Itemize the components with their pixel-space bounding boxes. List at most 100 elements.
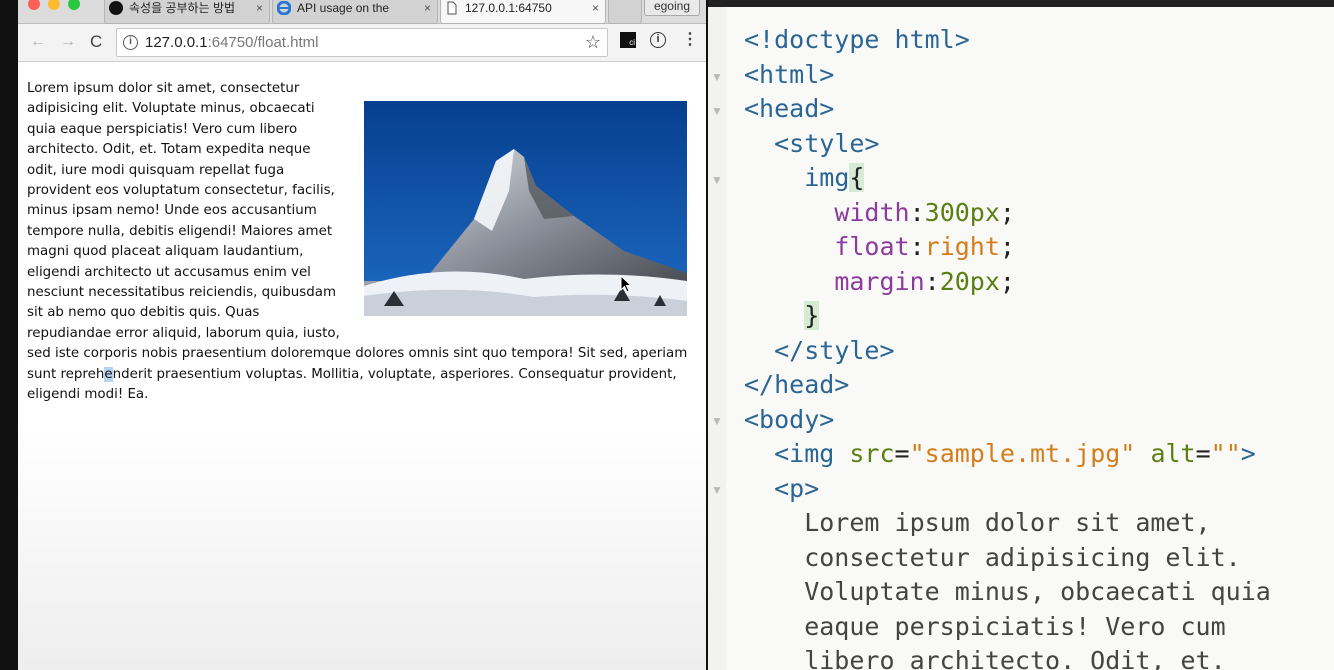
- code-line[interactable]: <body>: [744, 403, 1271, 438]
- code-line[interactable]: </style>: [744, 334, 1271, 369]
- fold-arrow-icon[interactable]: ▼: [711, 104, 723, 118]
- code-editor[interactable]: ▼ ▼ ▼ ▼ ▼ <!doctype html> <html> <head> <s…: [708, 0, 1334, 670]
- code-line[interactable]: <style>: [744, 127, 1271, 162]
- fold-arrow-icon[interactable]: ▼: [711, 483, 723, 497]
- code-line[interactable]: <!doctype html>: [744, 23, 1271, 58]
- code-line[interactable]: </head>: [744, 368, 1271, 403]
- reload-button[interactable]: C: [90, 32, 102, 52]
- close-tab-button[interactable]: ×: [424, 0, 431, 16]
- forward-button[interactable]: →: [60, 32, 76, 52]
- code-token: <body>: [744, 404, 835, 434]
- browser-window: 속성을 공부하는 방법 × API usage on the × 127.0.0…: [18, 0, 706, 670]
- editor-gutter: ▼ ▼ ▼ ▼ ▼: [708, 7, 726, 670]
- code-token: Lorem ipsum dolor sit amet,: [744, 508, 1211, 537]
- code-token: float: [834, 232, 910, 261]
- code-token: margin: [834, 266, 925, 296]
- browser-toolbar: ← → C i 127.0.0.1:64750/float.html ☆ ci …: [18, 24, 706, 62]
- code-line[interactable]: }: [744, 299, 1271, 334]
- fold-arrow-icon[interactable]: ▼: [711, 70, 723, 84]
- menu-icon[interactable]: ⋮: [682, 32, 698, 48]
- mountain-photo-svg: [364, 101, 687, 316]
- code-line[interactable]: margin:20px;: [744, 265, 1271, 300]
- code-token: <head>: [744, 94, 835, 123]
- code-line[interactable]: consectetur adipisicing elit.: [744, 541, 1271, 576]
- code-token: ;: [999, 197, 1015, 227]
- page-viewport: Lorem ipsum dolor sit amet, consectetur …: [18, 63, 706, 670]
- code-token: </head>: [744, 370, 850, 399]
- code-token: ;: [999, 266, 1015, 296]
- code-line[interactable]: eaque perspiciatis! Vero cum: [744, 610, 1271, 645]
- fold-arrow-icon[interactable]: ▼: [711, 173, 723, 187]
- code-token: :: [909, 197, 925, 227]
- paragraph-text-end: nderit praesentium voluptas. Mollitia, v…: [27, 366, 677, 403]
- alert-extension-icon[interactable]: i: [650, 32, 666, 48]
- page-paragraph: Lorem ipsum dolor sit amet, consectetur …: [27, 79, 693, 406]
- close-window-button[interactable]: [28, 0, 40, 10]
- minimize-window-button[interactable]: [48, 0, 60, 10]
- code-token: src: [849, 439, 895, 468]
- url-path: :64750/float.html: [207, 34, 319, 51]
- code-line[interactable]: Voluptate minus, obcaecati quia: [744, 575, 1271, 610]
- code-token: "": [1210, 439, 1241, 468]
- code-token: alt: [1150, 439, 1196, 468]
- tab-title: API usage on the: [297, 1, 390, 15]
- new-tab-button[interactable]: [608, 0, 642, 24]
- info-icon[interactable]: i: [123, 35, 138, 50]
- profile-button[interactable]: egoing: [643, 0, 700, 16]
- code-token: <img: [774, 439, 850, 468]
- code-token: eaque perspiciatis! Vero cum: [744, 611, 1226, 641]
- close-tab-button[interactable]: ×: [592, 0, 599, 16]
- code-token: right: [924, 232, 1000, 261]
- tab-api-usage[interactable]: API usage on the ×: [272, 0, 438, 24]
- code-token: =: [894, 439, 910, 468]
- github-icon: [109, 1, 123, 15]
- code-line[interactable]: img{: [744, 161, 1271, 196]
- code-line[interactable]: width:300px;: [744, 196, 1271, 231]
- tab-strip: 속성을 공부하는 방법 × API usage on the × 127.0.0…: [18, 0, 706, 24]
- page-icon: [445, 1, 459, 15]
- editor-title-bar: [708, 0, 1334, 7]
- extension-icon[interactable]: ci: [620, 32, 636, 48]
- code-line[interactable]: <html>: [744, 58, 1271, 93]
- code-token: 20px: [939, 266, 1000, 296]
- zoom-window-button[interactable]: [68, 0, 80, 10]
- bookmark-star-icon[interactable]: ☆: [585, 32, 601, 53]
- close-tab-button[interactable]: ×: [256, 0, 263, 16]
- mountain-image: [364, 101, 687, 316]
- tab-float-html[interactable]: 127.0.0.1:64750 ×: [440, 0, 606, 24]
- code-token: >: [1240, 439, 1256, 468]
- code-token: 300px: [924, 197, 1000, 227]
- code-line[interactable]: <p>: [744, 472, 1271, 507]
- code-token: Voluptate minus, obcaecati quia: [744, 577, 1271, 606]
- code-token: "sample.mt.jpg": [909, 439, 1136, 468]
- code-line[interactable]: libero architecto. Odit, et.: [744, 644, 1271, 670]
- code-content[interactable]: <!doctype html> <html> <head> <style> img{…: [744, 23, 1271, 670]
- tab-title: 127.0.0.1:64750: [465, 1, 552, 15]
- code-token: :: [924, 266, 940, 296]
- tab-github[interactable]: 속성을 공부하는 방법 ×: [104, 0, 270, 24]
- code-token: consectetur adipisicing elit.: [744, 542, 1241, 572]
- code-line[interactable]: float:right;: [744, 230, 1271, 265]
- code-token: ;: [999, 232, 1015, 261]
- code-token: img: [804, 163, 850, 192]
- code-token: {: [849, 163, 865, 192]
- fold-arrow-icon[interactable]: ▼: [711, 414, 723, 428]
- code-token: libero architecto. Odit, et.: [744, 646, 1226, 670]
- edge-icon: [276, 0, 292, 16]
- code-line[interactable]: Lorem ipsum dolor sit amet,: [744, 506, 1271, 541]
- code-line[interactable]: <head>: [744, 92, 1271, 127]
- code-line[interactable]: <img src="sample.mt.jpg" alt="">: [744, 437, 1271, 472]
- back-button[interactable]: ←: [30, 32, 46, 52]
- mouse-cursor-icon: [620, 274, 633, 298]
- url-text[interactable]: 127.0.0.1:64750/float.html: [145, 34, 318, 51]
- code-token: <html>: [744, 59, 835, 89]
- address-bar[interactable]: i 127.0.0.1:64750/float.html ☆: [116, 28, 608, 57]
